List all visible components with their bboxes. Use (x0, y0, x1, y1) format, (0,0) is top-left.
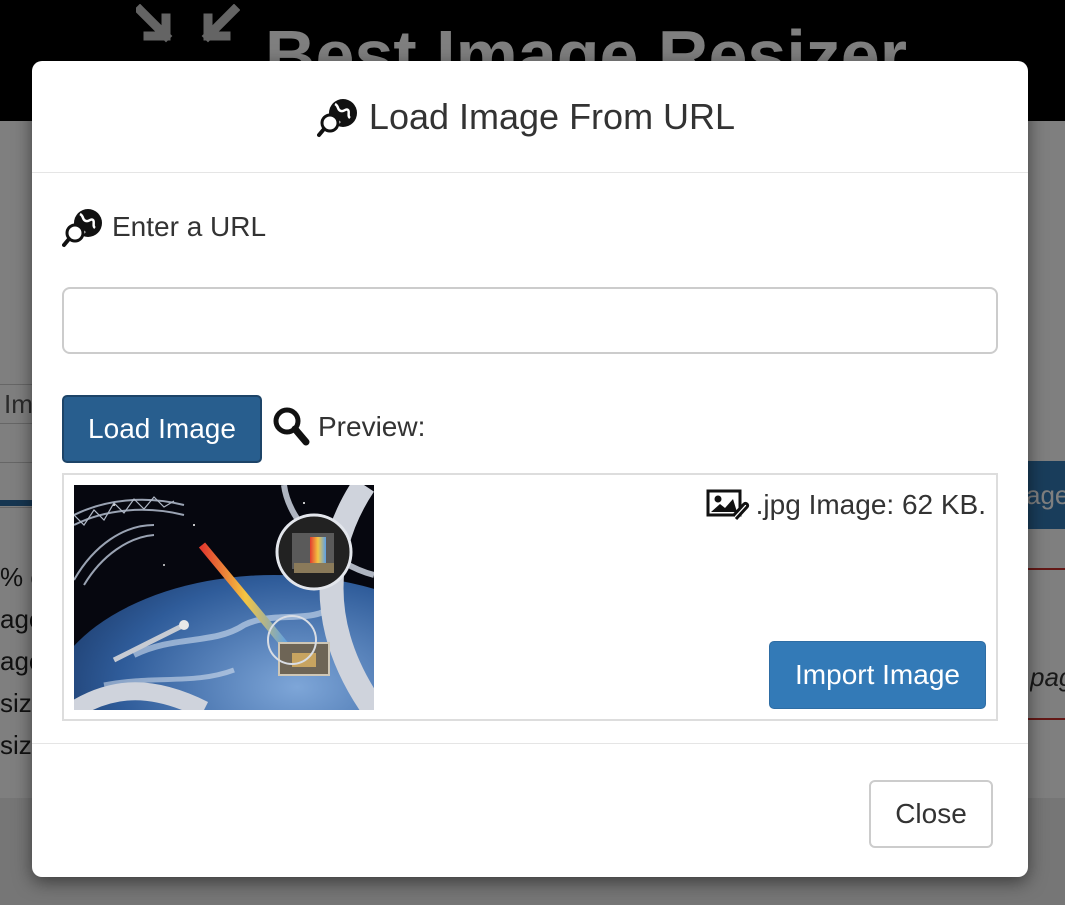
close-button[interactable]: Close (869, 780, 993, 848)
preview-image (74, 485, 374, 710)
globe-search-icon (316, 98, 357, 137)
load-image-button[interactable]: Load Image (62, 395, 262, 463)
import-image-button[interactable]: Import Image (769, 641, 986, 709)
modal-body: Enter a URL Load Image Preview: .jpg Ima… (32, 174, 1028, 743)
modal-footer: Close (32, 743, 1028, 877)
file-info: .jpg Image: 62 KB. (706, 489, 986, 521)
image-attachment-icon (706, 489, 749, 521)
url-input[interactable] (62, 287, 998, 354)
load-url-modal: Load Image From URL Enter a URL Load Ima… (32, 61, 1028, 877)
url-field-label: Enter a URL (62, 206, 266, 248)
modal-title: Load Image From URL (368, 95, 736, 137)
preview-label: Preview: (272, 406, 425, 448)
preview-label-text: Preview: (318, 411, 426, 442)
preview-panel: .jpg Image: 62 KB. Import Image (62, 473, 998, 721)
globe-search-icon (62, 209, 102, 247)
magnifier-icon (273, 407, 310, 446)
url-label-text: Enter a URL (112, 211, 267, 242)
modal-header: Load Image From URL (32, 61, 1028, 173)
file-info-text: .jpg Image: 62 KB. (755, 489, 986, 520)
